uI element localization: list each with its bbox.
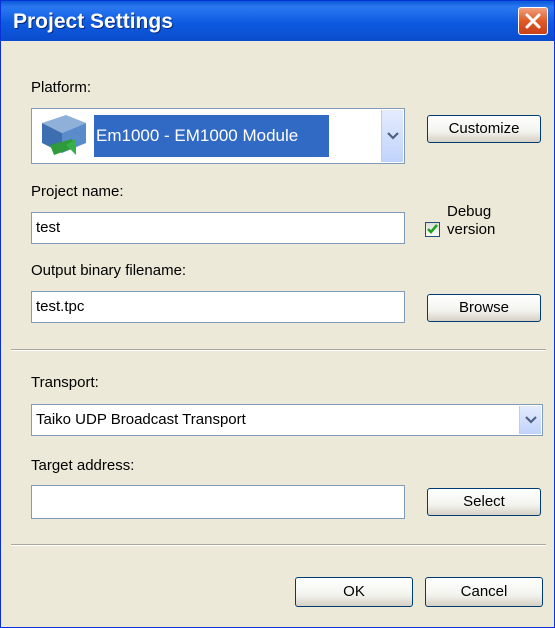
separator — [11, 544, 546, 546]
target-address-field[interactable] — [31, 485, 405, 519]
platform-dropdown-button[interactable] — [381, 110, 403, 162]
customize-button[interactable]: Customize — [427, 115, 541, 143]
debug-checkbox[interactable] — [425, 222, 440, 237]
output-filename-field[interactable]: test.tpc — [31, 291, 405, 323]
platform-combobox[interactable]: Em1000 - EM1000 Module — [31, 108, 405, 164]
close-button[interactable] — [518, 7, 548, 35]
cancel-button[interactable]: Cancel — [425, 577, 543, 607]
debug-version-label-line2: version — [447, 221, 496, 238]
select-button[interactable]: Select — [427, 488, 541, 516]
transport-selected-text: Taiko UDP Broadcast Transport — [36, 411, 246, 428]
checkmark-icon — [427, 224, 438, 234]
output-filename-label: Output binary filename: — [31, 262, 187, 279]
transport-combobox[interactable]: Taiko UDP Broadcast Transport — [31, 404, 543, 436]
platform-selected: Em1000 - EM1000 Module — [94, 115, 329, 157]
chevron-down-icon — [387, 132, 399, 140]
transport-label: Transport: — [31, 374, 99, 391]
dialog-title: Project Settings — [13, 10, 173, 33]
browse-button[interactable]: Browse — [427, 294, 541, 322]
target-address-label: Target address: — [31, 457, 135, 474]
chevron-down-icon — [525, 416, 537, 424]
platform-selected-text: Em1000 - EM1000 Module — [96, 126, 299, 145]
ok-button[interactable]: OK — [295, 577, 413, 607]
close-icon — [525, 13, 541, 29]
transport-dropdown-button[interactable] — [519, 406, 541, 434]
project-name-label: Project name: — [31, 183, 124, 200]
platform-label: Platform: — [31, 79, 92, 96]
module-icon — [42, 115, 86, 155]
title-bar[interactable]: Project Settings — [1, 1, 554, 41]
separator — [11, 349, 546, 351]
project-settings-dialog: Project Settings Platform: Em1000 - EM10… — [0, 0, 555, 628]
debug-version-label-line1: Debug — [447, 203, 492, 220]
project-name-field[interactable]: test — [31, 212, 405, 244]
